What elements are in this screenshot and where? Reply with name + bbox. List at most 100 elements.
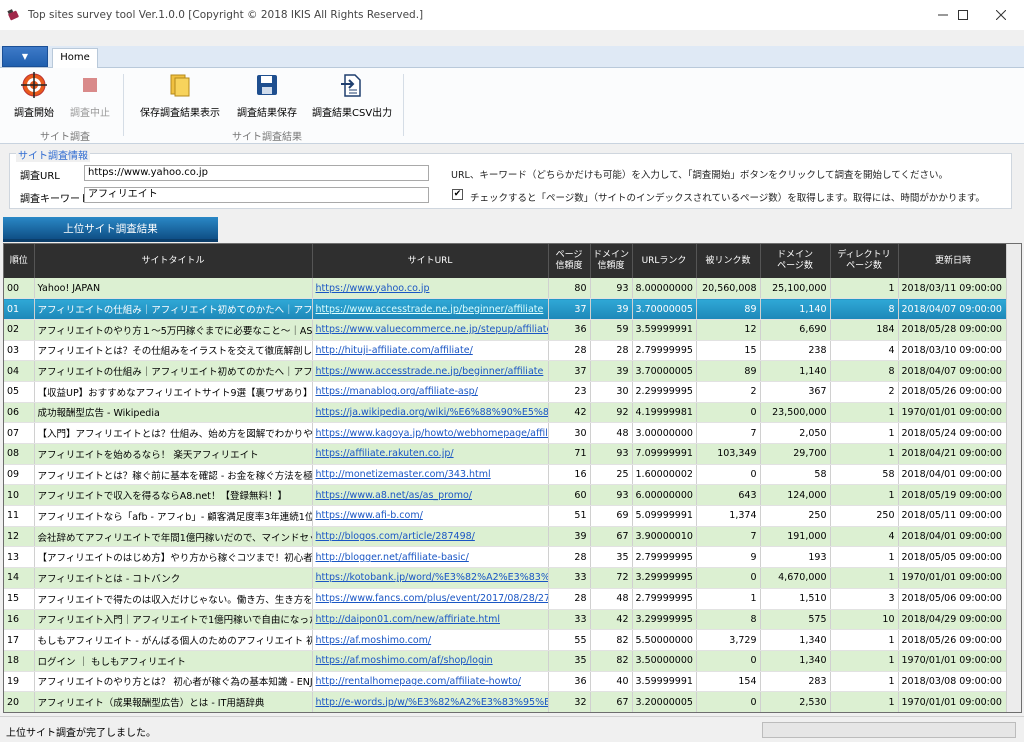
application-menu-button[interactable]: ▼ <box>2 46 48 67</box>
table-cell: 5.50000000 <box>632 629 697 651</box>
table-cell: 39 <box>590 298 633 320</box>
column-header[interactable]: サイトURL <box>312 244 549 278</box>
site-url-link[interactable]: https://www.yahoo.co.jp <box>312 278 549 300</box>
table-row[interactable]: 02 アフィリエイトのやり方１～5万円稼ぐまでに必要なこと～｜ASPの https:… <box>4 319 1009 341</box>
table-cell: 2018/05/24 09:00:00 <box>898 422 1009 444</box>
table-row[interactable]: 10 アフィリエイトで収入を得るならA8.net！【登録無料！】 https://w… <box>4 484 1009 507</box>
table-cell: 39 <box>548 526 591 548</box>
group-label-site-results: サイト調査結果 <box>232 132 302 143</box>
table-row[interactable]: 03 アフィリエイトとは？その仕組みをイラストを交えて徹底解剖してみた http:/… <box>4 340 1009 362</box>
site-url-link[interactable]: https://www.a8.net/as/as_promo/ <box>312 484 549 507</box>
site-url-link[interactable]: https://www.accesstrade.ne.jp/beginner/a… <box>312 298 549 320</box>
table-row[interactable]: 09 アフィリエイトとは？稼ぐ前に基本を確認 - お金を稼ぐ方法を極めよ http:… <box>4 464 1009 486</box>
table-cell: 3.00000000 <box>632 422 697 444</box>
table-row[interactable]: 05【収益UP】おすすめなアフィリエイトサイト9選【裏ワザあり】- manabh… <box>4 381 1009 403</box>
table-row[interactable]: 12会社辞めてアフィリエイトで年間1億円稼いだので、マインドセットを伝http:… <box>4 526 1009 548</box>
export-csv-label: 調査結果CSV出力 <box>312 108 393 119</box>
url-input[interactable]: https://www.yahoo.co.jp <box>84 165 429 181</box>
table-cell: 193 <box>760 546 831 569</box>
site-url-link[interactable]: https://af.moshimo.com/ <box>312 629 549 651</box>
page-count-checkbox[interactable]: ✔ <box>452 189 463 200</box>
table-row[interactable]: 00 Yahoo! JAPAN https://www.yahoo.co.jp 80 9… <box>4 278 1009 300</box>
site-url-link[interactable]: https://www.fancs.com/plus/event/2017/08… <box>312 588 549 610</box>
table-row[interactable]: 20 アフィリエイト（成果報酬型広告）とは - IT用語辞典 http://e-wo… <box>4 691 1009 712</box>
table-row[interactable]: 14 アフィリエイトとは - コトバンク https://kotobank.jp/w… <box>4 567 1009 589</box>
table-cell: アフィリエイトなら「afb - アフィb」- 顧客満足度率3年連続1位 <box>34 505 313 527</box>
table-cell: 67 <box>590 526 633 548</box>
keyword-label: 調査キーワード <box>20 194 90 205</box>
table-cell: 4.19999981 <box>632 402 697 424</box>
table-cell: アフィリエイトの仕組み｜アフィリエイト初めてのかたへ｜アフィリエイト <box>34 360 313 382</box>
table-row[interactable]: 04アフィリエイトの仕組み｜アフィリエイト初めてのかたへ｜アフィリエイトhttp… <box>4 360 1009 382</box>
column-header[interactable]: 更新日時 <box>898 244 1009 278</box>
site-url-link[interactable]: http://rentalhomepage.com/affiliate-howt… <box>312 671 549 693</box>
maximize-icon <box>958 10 968 20</box>
site-url-link[interactable]: http://blogos.com/article/287498/ <box>312 526 549 548</box>
table-cell: 3.50000000 <box>632 650 697 672</box>
column-header[interactable]: URLランク <box>632 244 697 278</box>
site-url-link[interactable]: https://af.moshimo.com/af/shop/login <box>312 650 549 672</box>
table-cell: 4 <box>830 526 899 548</box>
site-url-link[interactable]: https://www.afi-b.com/ <box>312 505 549 527</box>
table-cell: 【アフィリエイトのはじめ方】やり方から稼ぐコツまで！初心者向けに徹 <box>34 546 313 569</box>
close-button[interactable] <box>978 0 1024 30</box>
tab-top-site-results[interactable]: 上位サイト調査結果 <box>3 217 218 242</box>
table-cell: アフィリエイト（成果報酬型広告）とは - IT用語辞典 <box>34 691 313 712</box>
table-cell: 42 <box>590 609 633 631</box>
site-url-link[interactable]: https://ja.wikipedia.org/wiki/%E6%88%90%… <box>312 402 549 424</box>
table-row[interactable]: 06 成功報酬型広告 - Wikipedia https://ja.wikipedi… <box>4 402 1009 424</box>
column-header[interactable]: 被リンク数 <box>696 244 761 278</box>
site-url-link[interactable]: https://www.kagoya.jp/howto/webhomepage/… <box>312 422 549 444</box>
site-url-link[interactable]: https://kotobank.jp/word/%E3%82%A2%E3%83… <box>312 567 549 589</box>
table-cell: 18 <box>4 650 35 672</box>
table-cell: 16 <box>548 464 591 486</box>
table-cell: 58 <box>760 464 831 486</box>
column-header[interactable]: ページ 信頼度 <box>548 244 591 278</box>
table-cell: 2.29999995 <box>632 381 697 403</box>
column-header[interactable]: ドメイン ページ数 <box>760 244 831 278</box>
start-survey-button[interactable]: 調査開始 <box>14 72 54 119</box>
column-header[interactable]: サイトタイトル <box>34 244 313 278</box>
table-row[interactable]: 16アフィリエイト入門｜アフィリエイトで1億円稼いで自由になった皿洗いhttp:… <box>4 609 1009 631</box>
tab-home[interactable]: Home <box>52 48 98 69</box>
site-url-link[interactable]: https://www.valuecommerce.ne.jp/stepup/a… <box>312 319 549 341</box>
column-header[interactable]: ドメイン 信頼度 <box>590 244 633 278</box>
site-url-link[interactable]: http://blogger.net/affiliate-basic/ <box>312 546 549 569</box>
save-results-button[interactable]: 調査結果保存 <box>237 72 297 119</box>
table-row[interactable]: 19 アフィリエイトのやり方とは？ 初心者が稼ぐ為の基本知識 - ENJILO ht… <box>4 671 1009 693</box>
site-url-link[interactable]: https://manablog.org/affiliate-asp/ <box>312 381 549 403</box>
show-saved-results-button[interactable]: 保存調査結果表示 <box>140 72 220 119</box>
table-cell: 05 <box>4 381 35 403</box>
table-cell: 2.79999995 <box>632 340 697 362</box>
table-row[interactable]: 11 アフィリエイトなら「afb - アフィb」- 顧客満足度率3年連続1位 htt… <box>4 505 1009 527</box>
table-cell: 07 <box>4 422 35 444</box>
site-url-link[interactable]: https://affiliate.rakuten.co.jp/ <box>312 443 549 465</box>
site-url-link[interactable]: http://monetizemaster.com/343.html <box>312 464 549 486</box>
stop-survey-button[interactable]: 調査中止 <box>70 72 110 119</box>
column-header[interactable]: ディレクトリ ページ数 <box>830 244 899 278</box>
site-url-link[interactable]: http://daipon01.com/new/affiriate.html <box>312 609 549 631</box>
table-cell: 15 <box>4 588 35 610</box>
table-cell: 1970/01/01 09:00:00 <box>898 402 1009 424</box>
table-cell: 9 <box>696 546 761 569</box>
table-cell: 10 <box>830 609 899 631</box>
site-url-link[interactable]: http://hituji-affiliate.com/affiliate/ <box>312 340 549 362</box>
export-csv-button[interactable]: 調査結果CSV出力 <box>312 72 392 119</box>
table-row[interactable]: 01アフィリエイトの仕組み｜アフィリエイト初めてのかたへ｜アフィリエイトhttp… <box>4 298 1009 320</box>
table-cell: 20 <box>4 691 35 712</box>
keyword-input[interactable]: アフィリエイト <box>84 187 429 203</box>
table-row[interactable]: 17もしもアフィリエイト - がんばる個人のためのアフィリエイト 初心者にhtt… <box>4 629 1009 651</box>
table-row[interactable]: 18 ログイン ｜ もしもアフィリエイト https://af.moshimo.co… <box>4 650 1009 672</box>
vertical-scrollbar[interactable] <box>1006 244 1021 712</box>
table-cell: 2018/05/26 09:00:00 <box>898 629 1009 651</box>
table-cell: 2 <box>830 381 899 403</box>
table-row[interactable]: 08 アフィリエイトを始めるなら！ 楽天アフィリエイト https://affili… <box>4 443 1009 465</box>
table-row[interactable]: 15 アフィリエイトで得たのは収入だけじゃない。働き方、生き方を見つめ https:… <box>4 588 1009 610</box>
table-row[interactable]: 07 【入門】アフィリエイトとは？仕組み、始め方を図解でわかりやすく｜ https:… <box>4 422 1009 444</box>
table-cell: 36 <box>548 671 591 693</box>
column-header[interactable]: 順位 <box>4 244 35 278</box>
table-cell: 2018/04/07 09:00:00 <box>898 360 1009 382</box>
table-row[interactable]: 13【アフィリエイトのはじめ方】やり方から稼ぐコツまで！初心者向けに徹http:… <box>4 546 1009 569</box>
site-url-link[interactable]: http://e-words.jp/w/%E3%82%A2%E3%83%95%E… <box>312 691 549 712</box>
site-url-link[interactable]: https://www.accesstrade.ne.jp/beginner/a… <box>312 360 549 382</box>
